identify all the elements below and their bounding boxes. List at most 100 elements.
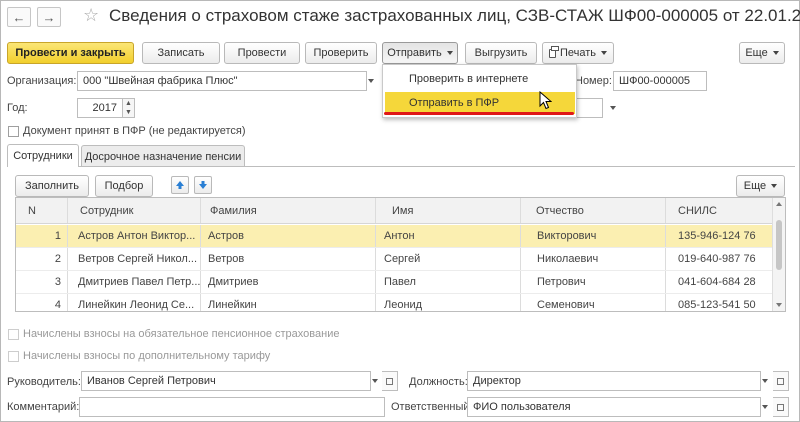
send-button-label: Отправить [387,47,442,59]
employees-table: N Сотрудник Фамилия Имя Отчество СНИЛС 1… [15,197,786,312]
send-dropdown-button[interactable]: Отправить [382,42,458,64]
head-select-arrow[interactable] [368,371,382,391]
arrow-down-icon [199,181,207,189]
cell-n: 1 [16,225,68,247]
chevron-down-icon [762,379,768,383]
menu-item-check-online[interactable]: Проверить в интернете [385,68,575,90]
table-row[interactable]: 1 Астров Антон Виктор... Астров Антон Ви… [16,225,785,248]
cell-snils: 085-123-541 50 [678,299,756,311]
head-field[interactable]: Иванов Сергей Петрович [81,371,371,391]
cell-employee: Астров Антон Виктор... [68,225,201,247]
cell-n: 3 [16,271,68,293]
tab-employees[interactable]: Сотрудники [7,144,79,167]
col-header-last-name[interactable]: Фамилия [201,198,376,223]
upload-button[interactable]: Выгрузить [465,42,537,64]
number-field[interactable]: ШФ00-000005 [613,71,707,91]
col-header-employee[interactable]: Сотрудник [68,198,201,223]
move-down-button[interactable] [194,176,212,194]
cell-snils: 019-640-987 76 [678,253,756,265]
mandatory-contrib-checkbox[interactable] [8,329,19,340]
cell-employee: Ветров Сергей Никол... [68,248,201,270]
year-spinner[interactable]: ▲ ▼ [123,98,135,118]
scroll-down-icon[interactable] [776,303,782,307]
additional-contrib-label: Начислены взносы по дополнительному тари… [23,350,271,362]
post-and-close-button[interactable]: Провести и закрыть [7,42,134,64]
cell-patronymic: Николаевич [521,248,666,270]
cell-n: 4 [16,294,68,311]
scroll-up-icon[interactable] [776,202,782,206]
cell-patronymic: Петрович [521,271,666,293]
pick-button[interactable]: Подбор [95,175,153,197]
chevron-down-icon [762,405,768,409]
position-select-arrow[interactable] [758,371,772,391]
table-row[interactable]: 3 Дмитриев Павел Петр... Дмитриев Павел … [16,271,785,294]
responsible-open-button[interactable] [773,397,789,417]
chevron-down-icon [446,51,453,55]
head-open-button[interactable] [382,371,398,391]
date-select-arrow[interactable] [606,98,620,118]
col-header-patronymic[interactable]: Отчество [521,198,666,223]
window-title: Сведения о страховом стаже застрахованны… [109,6,800,25]
table-row[interactable]: 2 Ветров Сергей Никол... Ветров Сергей Н… [16,248,785,271]
cell-first-name: Сергей [376,248,521,270]
scrollbar-thumb[interactable] [776,220,782,270]
position-open-button[interactable] [773,371,789,391]
table-more-label: Еще [743,180,767,192]
move-up-button[interactable] [171,176,189,194]
chevron-down-icon [772,51,779,55]
accepted-in-pfr-label: Документ принят в ПФР (не редактируется) [23,125,246,137]
cell-employee: Дмитриев Павел Петр... [68,271,201,293]
position-field[interactable]: Директор [467,371,761,391]
responsible-field[interactable]: ФИО пользователя [467,397,761,417]
post-button[interactable]: Провести [224,42,300,64]
printer-icon [549,45,559,58]
open-form-icon [777,403,784,411]
cell-snils: 135-946-124 76 [678,230,756,242]
forward-arrow-icon: → [42,9,56,25]
check-button[interactable]: Проверить [305,42,377,64]
comment-label: Комментарий: [7,401,80,413]
chevron-down-icon [771,184,778,188]
chevron-down-icon [372,379,378,383]
more-button-label: Еще [745,47,768,59]
more-actions-button[interactable]: Еще [739,42,785,64]
accepted-in-pfr-checkbox[interactable] [8,126,19,137]
head-label: Руководитель: [7,376,81,388]
save-button[interactable]: Записать [142,42,220,64]
highlight-underline [384,112,574,115]
forward-button[interactable]: → [37,7,61,27]
tab-divider [7,166,795,167]
cell-last-name: Ветров [201,248,376,270]
favorite-star-icon[interactable]: ☆ [83,5,99,26]
cell-n: 2 [16,248,68,270]
print-dropdown-button[interactable]: Печать [542,42,614,64]
organization-select-arrow[interactable] [364,71,378,91]
chevron-down-icon [601,51,607,55]
number-label: Номер: [575,75,612,87]
table-more-button[interactable]: Еще [736,175,785,197]
mouse-cursor-icon [539,91,552,110]
additional-contrib-checkbox[interactable] [8,351,19,362]
fill-button[interactable]: Заполнить [15,175,89,197]
cell-last-name: Линейкин [201,294,376,311]
tab-early-pension[interactable]: Досрочное назначение пенсии [81,145,245,167]
col-header-snils[interactable]: СНИЛС [666,198,774,223]
cell-patronymic: Семенович [521,294,666,311]
table-row[interactable]: 4 Линейкин Леонид Се... Линейкин Леонид … [16,294,785,311]
arrow-up-icon [176,181,184,189]
organization-label: Организация: [7,75,77,87]
comment-field[interactable] [79,397,385,417]
responsible-select-arrow[interactable] [758,397,772,417]
organization-field[interactable]: 000 "Швейная фабрика Плюс" [77,71,367,91]
year-field[interactable]: 2017 [77,98,123,118]
spin-up-icon: ▲ [125,100,132,107]
spin-down-icon: ▼ [125,109,132,116]
cell-first-name: Антон [376,225,521,247]
mandatory-contrib-label: Начислены взносы на обязательное пенсион… [23,328,340,340]
cell-last-name: Дмитриев [201,271,376,293]
col-header-n[interactable]: N [16,198,68,223]
back-button[interactable]: ← [7,7,31,27]
document-window: ← → ☆ Сведения о страховом стаже застрах… [0,0,800,422]
col-header-first-name[interactable]: Имя [376,198,521,223]
table-vertical-scrollbar[interactable] [772,198,785,311]
